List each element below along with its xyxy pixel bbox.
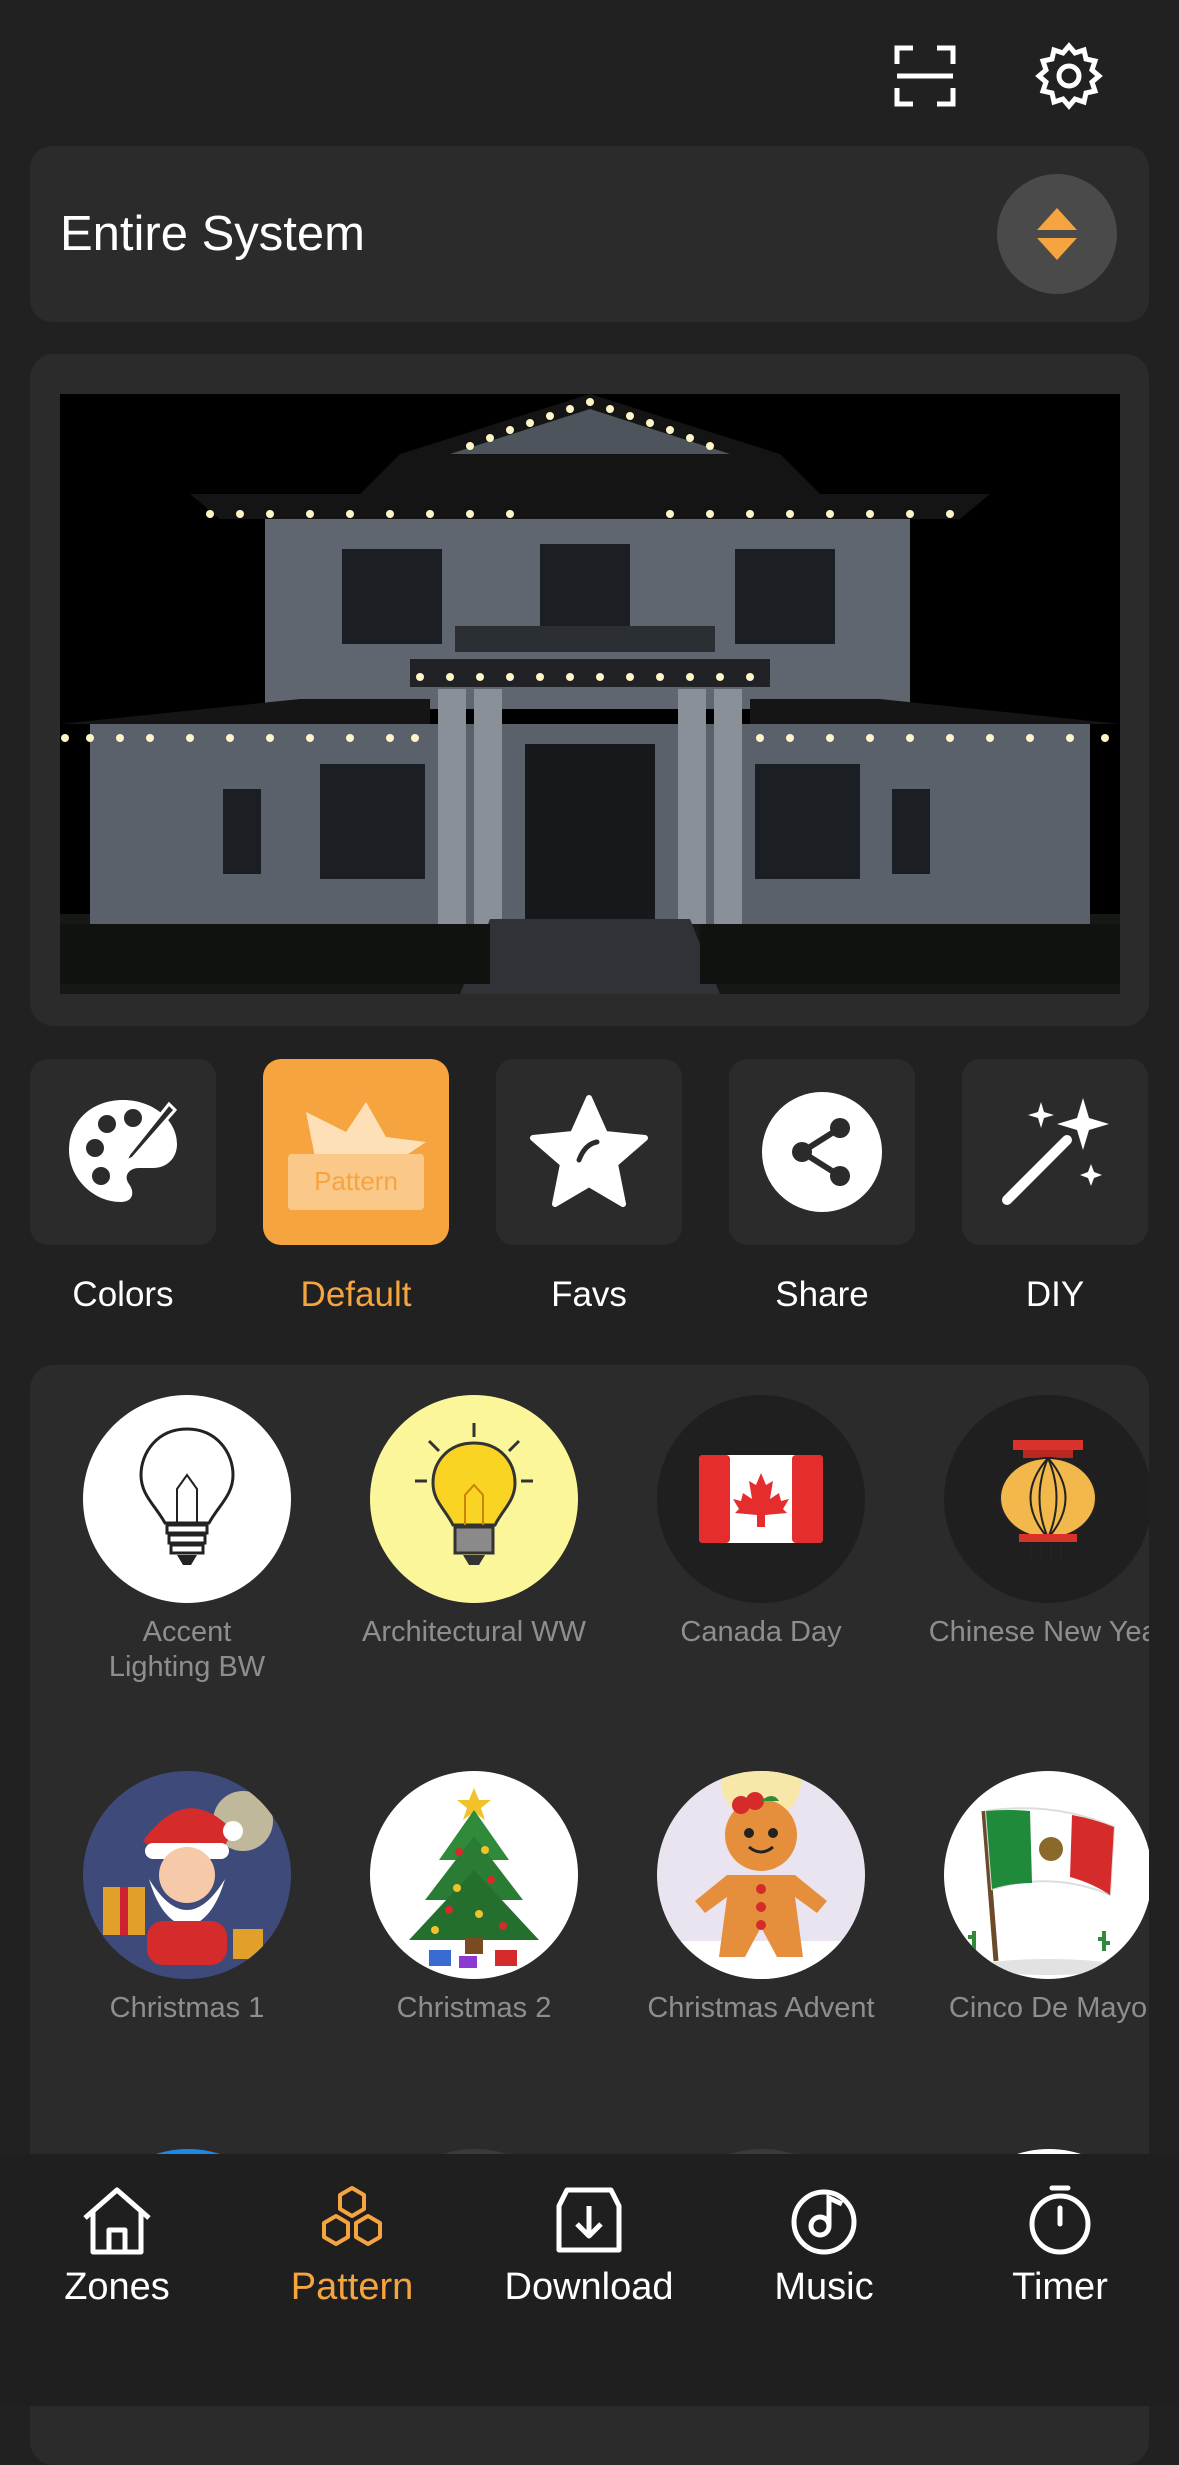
pattern-canada-day[interactable]: Canada Day (622, 1395, 900, 1650)
canada-flag-icon (657, 1395, 865, 1603)
scan-icon[interactable] (887, 38, 963, 114)
nav-label: Pattern (290, 2266, 414, 2308)
pattern-label: Architectural WW (362, 1616, 586, 1648)
pattern-label: Accent Lighting BW (108, 1616, 266, 1683)
hexagons-icon (252, 2178, 452, 2256)
nav-label: Zones (64, 2266, 170, 2308)
share-icon (762, 1092, 882, 1212)
stopwatch-icon (960, 2178, 1160, 2256)
pattern-architectural-ww[interactable]: Architectural WW (335, 1395, 613, 1650)
tool-share[interactable] (729, 1059, 915, 1245)
tool-diy[interactable] (962, 1059, 1148, 1245)
pattern-label: Christmas 1 (109, 1992, 265, 2024)
tool-label-default: Default (300, 1275, 412, 1314)
tool-default[interactable]: Pattern (263, 1059, 449, 1245)
lantern-icon (944, 1395, 1149, 1603)
lightbulb-sketch-icon (83, 1395, 291, 1603)
tool-label-favs: Favs (551, 1275, 627, 1314)
pattern-chinese-new-year[interactable]: Chinese New Year (909, 1395, 1149, 1650)
nav-download[interactable]: Download (489, 2178, 689, 2309)
nav-label: Download (504, 2266, 674, 2308)
house-preview (30, 354, 1149, 1026)
tool-label-colors: Colors (72, 1275, 174, 1314)
nav-zones[interactable]: Zones (17, 2178, 217, 2309)
settings-gear-icon[interactable] (1031, 38, 1107, 114)
pattern-label: Cinco De Mayo (948, 1992, 1148, 2024)
tool-label-share: Share (775, 1275, 869, 1314)
pattern-accent-lighting-bw[interactable]: Accent Lighting BW (48, 1395, 326, 1685)
zone-dropdown-button[interactable] (997, 174, 1117, 294)
pattern-label: Chinese New Year (928, 1616, 1149, 1648)
pattern-label: Christmas 2 (396, 1992, 552, 2024)
pattern-christmas-advent[interactable]: Christmas Advent (622, 1771, 900, 2026)
nav-music[interactable]: Music (724, 2178, 924, 2309)
music-icon (724, 2178, 924, 2256)
pattern-label: Canada Day (680, 1616, 842, 1648)
tool-label-diy: DIY (1025, 1275, 1085, 1314)
pattern-cinco-de-mayo[interactable]: Cinco De Mayo (909, 1771, 1149, 2026)
zone-selector[interactable]: Entire System (30, 146, 1149, 322)
star-icon (530, 1095, 648, 1207)
pattern-christmas-2[interactable]: Christmas 2 (335, 1771, 613, 2026)
magic-wand-icon (1002, 1098, 1109, 1205)
nav-label: Timer (1012, 2266, 1108, 2308)
bottom-nav: Zones Pattern Download Music Timer (0, 2154, 1179, 2406)
home-icon (17, 2178, 217, 2256)
pattern-label: Christmas Advent (647, 1992, 875, 2024)
palette-icon (69, 1100, 178, 1202)
santa-icon (83, 1771, 291, 1979)
mexico-flag-icon (944, 1771, 1149, 1979)
zone-title: Entire System (60, 207, 365, 261)
nav-pattern[interactable]: Pattern (252, 2178, 452, 2309)
gingerbread-icon (657, 1771, 865, 1979)
christmas-tree-icon (370, 1771, 578, 1979)
nav-timer[interactable]: Timer (960, 2178, 1160, 2309)
pattern-badge-text: Pattern (314, 1166, 398, 1196)
pattern-christmas-1[interactable]: Christmas 1 (48, 1771, 326, 2026)
lightbulb-yellow-icon (370, 1395, 578, 1603)
pattern-icon: Pattern (288, 1102, 426, 1210)
sort-arrows-icon (1037, 208, 1077, 260)
download-icon (489, 2178, 689, 2256)
tool-favs[interactable] (496, 1059, 682, 1245)
tool-colors[interactable] (30, 1059, 216, 1245)
house-image (60, 394, 1120, 994)
nav-label: Music (774, 2266, 874, 2308)
